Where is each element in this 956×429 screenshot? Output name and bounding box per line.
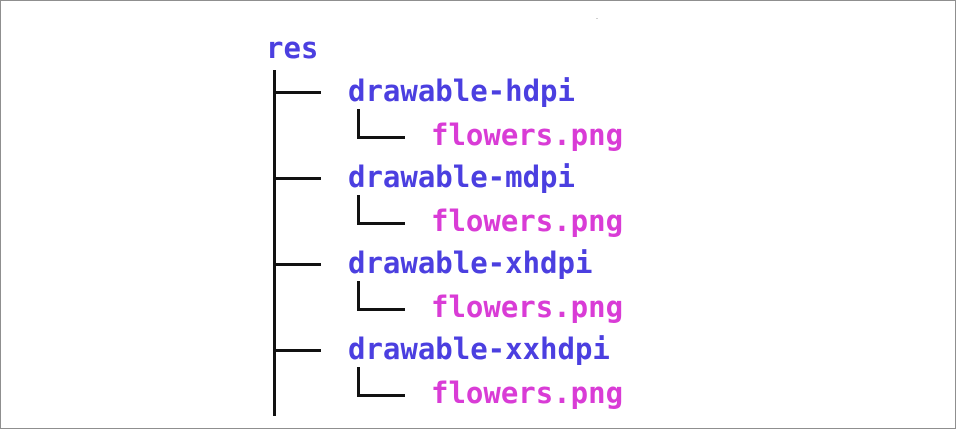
leaf-connector-horizontal	[357, 136, 405, 139]
leaf-connector-vertical	[357, 195, 360, 225]
leaf-connector-horizontal	[357, 308, 405, 311]
folder-label: drawable-hdpi	[348, 74, 575, 108]
tree-trunk-line	[273, 70, 276, 416]
folder-label: drawable-xxhdpi	[348, 332, 610, 366]
folder-label: drawable-mdpi	[348, 160, 575, 194]
branch-connector	[273, 177, 321, 180]
leaf-connector-vertical	[357, 109, 360, 139]
file-label: flowers.png	[431, 118, 624, 152]
file-label: flowers.png	[431, 290, 624, 324]
leaf-connector-vertical	[357, 281, 360, 311]
branch-connector	[273, 263, 321, 266]
branch-connector	[273, 349, 321, 352]
leaf-connector-horizontal	[357, 394, 405, 397]
leaf-connector-horizontal	[357, 222, 405, 225]
leaf-connector-vertical	[357, 367, 360, 397]
tree-root-label: res	[266, 31, 319, 65]
file-label: flowers.png	[431, 376, 624, 410]
file-label: flowers.png	[431, 204, 624, 238]
folder-label: drawable-xhdpi	[348, 246, 593, 280]
directory-tree: res drawable-hdpi flowers.png drawable-m…	[0, 0, 956, 429]
branch-connector	[273, 91, 321, 94]
